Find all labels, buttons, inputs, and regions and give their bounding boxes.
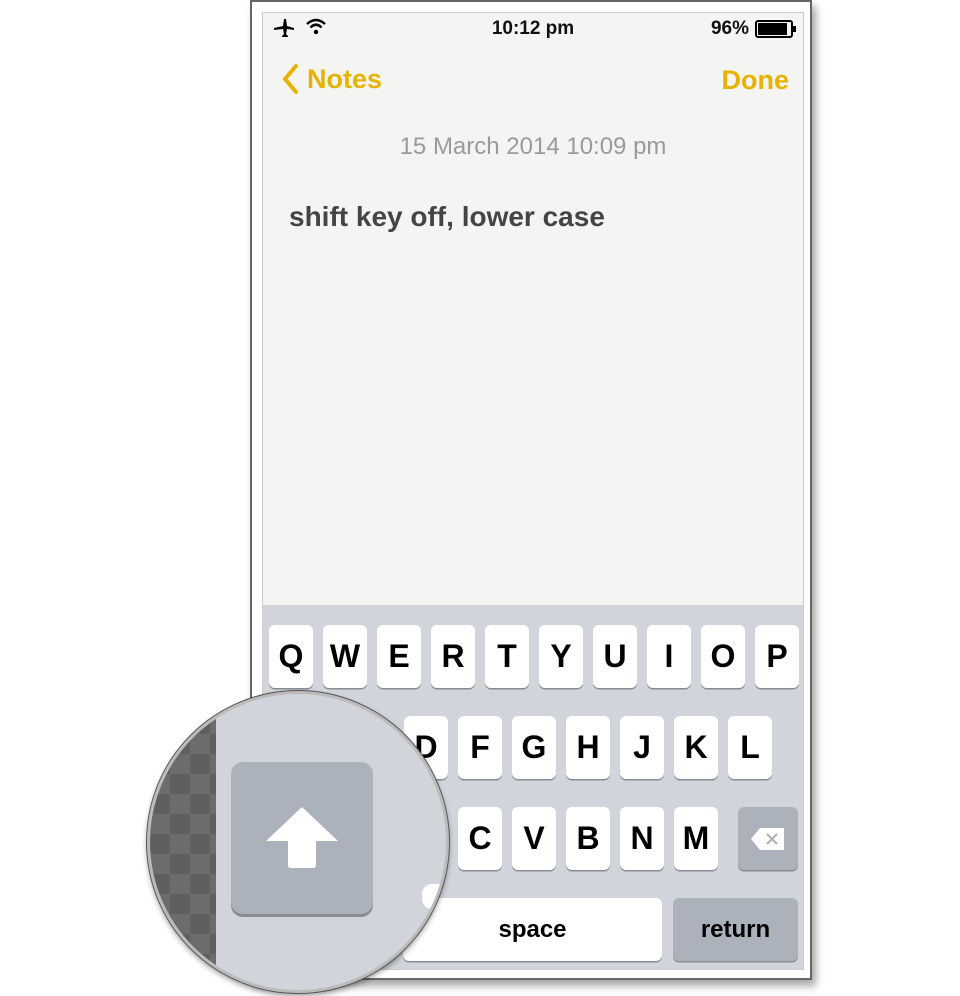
key-o[interactable]: O — [701, 625, 745, 688]
delete-key[interactable] — [738, 807, 798, 870]
key-f[interactable]: F — [458, 716, 502, 779]
shift-arrow-icon — [266, 807, 338, 868]
key-t[interactable]: T — [485, 625, 529, 688]
key-p[interactable]: P — [755, 625, 799, 688]
done-button[interactable]: Done — [722, 65, 790, 96]
battery-indicator: 96% — [710, 18, 796, 40]
key-r[interactable]: R — [431, 625, 475, 688]
key-e[interactable]: E — [377, 625, 421, 688]
nav-bar: Notes Done — [263, 63, 803, 103]
battery-percent: 96% — [710, 18, 749, 39]
key-g[interactable]: G — [512, 716, 556, 779]
key-j[interactable]: J — [620, 716, 664, 779]
key-v[interactable]: V — [512, 807, 556, 870]
back-button[interactable]: Notes — [281, 63, 382, 95]
battery-icon — [755, 20, 796, 38]
key-w[interactable]: W — [323, 625, 367, 688]
return-key[interactable]: return — [673, 898, 798, 961]
key-y[interactable]: Y — [539, 625, 583, 688]
magnifier-callout — [147, 691, 449, 993]
key-u[interactable]: U — [593, 625, 637, 688]
delete-icon — [751, 827, 784, 850]
key-c[interactable]: C — [458, 807, 502, 870]
transparent-background — [150, 694, 216, 990]
battery-fill — [758, 23, 787, 35]
key-h[interactable]: H — [566, 716, 610, 779]
status-bar: 10:12 pm 96% — [263, 13, 803, 45]
adjacent-key — [422, 884, 446, 909]
shift-key[interactable] — [231, 762, 373, 914]
key-b[interactable]: B — [566, 807, 610, 870]
key-q[interactable]: Q — [269, 625, 313, 688]
key-l[interactable]: L — [728, 716, 772, 779]
note-date: 15 March 2014 10:09 pm — [399, 133, 667, 160]
key-m[interactable]: M — [674, 807, 718, 870]
key-i[interactable]: I — [647, 625, 691, 688]
back-label: Notes — [307, 63, 383, 94]
key-n[interactable]: N — [620, 807, 664, 870]
note-body[interactable]: shift key off, lower case — [289, 201, 605, 233]
chevron-left-icon — [282, 64, 298, 94]
key-k[interactable]: K — [674, 716, 718, 779]
